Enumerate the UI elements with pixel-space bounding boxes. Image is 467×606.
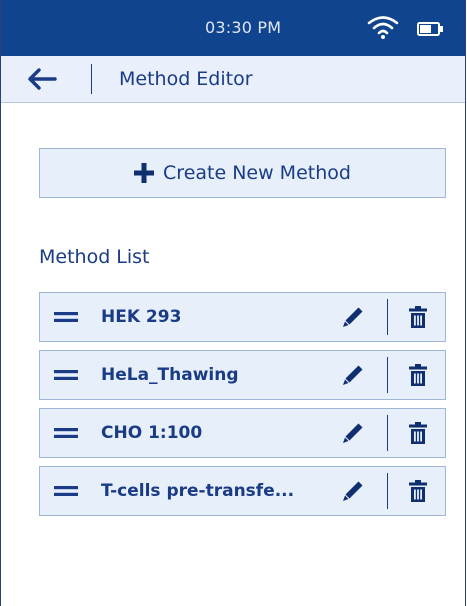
pencil-icon (343, 307, 363, 327)
drag-handle-icon[interactable] (54, 428, 78, 438)
trash-icon (409, 364, 427, 386)
edit-method-button[interactable] (336, 302, 370, 332)
method-name: T-cells pre-transfe... (101, 481, 295, 501)
method-list-item[interactable]: CHO 1:100 (39, 408, 446, 458)
delete-method-button[interactable] (402, 360, 434, 390)
create-new-method-label: Create New Method (163, 162, 351, 184)
edit-method-button[interactable] (336, 360, 370, 390)
status-bar: 03:30 PM (1, 0, 465, 56)
method-list-title: Method List (39, 246, 150, 268)
delete-method-button[interactable] (402, 302, 434, 332)
pencil-icon (343, 365, 363, 385)
back-arrow-icon (28, 68, 57, 90)
header-bar: Method Editor (1, 56, 465, 103)
edit-method-button[interactable] (336, 418, 370, 448)
pencil-icon (343, 481, 363, 501)
battery-icon (417, 22, 443, 36)
app-screen: 03:30 PM Method Editor Create New Method (0, 0, 466, 606)
delete-method-button[interactable] (402, 418, 434, 448)
item-divider (387, 473, 388, 509)
drag-handle-icon[interactable] (54, 486, 78, 496)
method-name: HEK 293 (101, 307, 182, 327)
trash-icon (409, 422, 427, 444)
method-list-item[interactable]: T-cells pre-transfe... (39, 466, 446, 516)
method-list-item[interactable]: HEK 293 (39, 292, 446, 342)
delete-method-button[interactable] (402, 476, 434, 506)
item-divider (387, 415, 388, 451)
method-list-item[interactable]: HeLa_Thawing (39, 350, 446, 400)
method-name: HeLa_Thawing (101, 365, 239, 385)
pencil-icon (343, 423, 363, 443)
page-title: Method Editor (119, 68, 253, 90)
drag-handle-icon[interactable] (54, 370, 78, 380)
method-name: CHO 1:100 (101, 423, 203, 443)
trash-icon (409, 480, 427, 502)
item-divider (387, 299, 388, 335)
header-divider (91, 64, 92, 94)
trash-icon (409, 306, 427, 328)
back-button[interactable] (1, 56, 83, 102)
plus-icon (134, 163, 155, 183)
edit-method-button[interactable] (336, 476, 370, 506)
method-list: HEK 293 HeLa_Thawing CHO 1:100 T-cells p… (39, 292, 446, 524)
create-new-method-button[interactable]: Create New Method (39, 148, 446, 198)
wifi-icon (367, 16, 399, 39)
drag-handle-icon[interactable] (54, 312, 78, 322)
status-time: 03:30 PM (205, 18, 282, 37)
item-divider (387, 357, 388, 393)
